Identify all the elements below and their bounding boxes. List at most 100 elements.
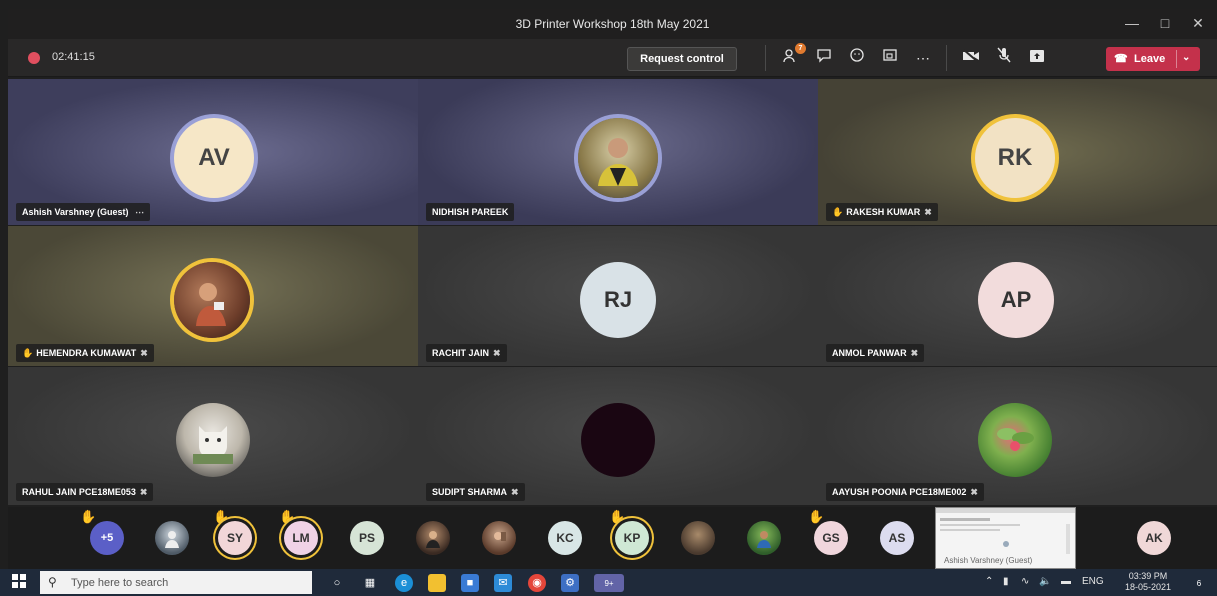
battery-icon[interactable]: ▮ — [1003, 576, 1009, 587]
taskbar-search-input[interactable]: ⚲ Type here to search — [40, 571, 312, 594]
store-icon[interactable]: ■ — [461, 574, 479, 592]
language-indicator[interactable]: ENG — [1082, 576, 1104, 587]
participant-avatar[interactable] — [416, 521, 450, 555]
mic-off-icon: ✖ — [511, 487, 519, 497]
participant-name: NIDHISH PAREEK — [432, 207, 509, 217]
participant-name-tag: AAYUSH POONIA PCE18ME002 ✖ — [826, 483, 984, 501]
raised-hand-icon: ✋ — [80, 509, 97, 524]
chrome-icon[interactable]: ◉ — [528, 574, 546, 592]
close-icon[interactable]: ✕ — [1184, 15, 1212, 32]
participant-name-tag: RACHIT JAIN ✖ — [426, 344, 507, 362]
participant-avatar[interactable]: LM — [284, 521, 318, 555]
participant-name-tag: ANMOL PANWAR ✖ — [826, 344, 925, 362]
participant-name: SUDIPT SHARMA — [432, 487, 508, 497]
participant-name: Ashish Varshney (Guest) — [22, 207, 129, 217]
participants-badge: 7 — [795, 43, 806, 54]
clock-time: 03:39 PM — [1128, 571, 1168, 581]
video-tile[interactable]: RJ RACHIT JAIN ✖ — [418, 226, 818, 366]
mic-off-icon: ✖ — [140, 348, 148, 358]
video-tile[interactable]: AAYUSH POONIA PCE18ME002 ✖ — [818, 367, 1217, 505]
video-tile[interactable]: SUDIPT SHARMA ✖ — [418, 367, 818, 505]
participant-avatar[interactable]: AS — [880, 521, 914, 555]
share-caption: Ashish Varshney (Guest) — [944, 556, 1033, 565]
participant-name: RACHIT JAIN — [432, 348, 490, 358]
participant-avatar[interactable]: AK — [1137, 521, 1171, 555]
participant-name: HEMENDRA KUMAWAT — [36, 348, 137, 358]
request-control-button[interactable]: Request control — [627, 47, 737, 71]
leave-button-label: Leave — [1134, 53, 1166, 65]
participant-name: ANMOL PANWAR — [832, 348, 907, 358]
reactions-icon[interactable] — [846, 47, 868, 69]
app-icon[interactable]: ⚙ — [561, 574, 579, 592]
participant-avatar[interactable] — [747, 521, 781, 555]
raised-hand-icon: ✋ — [832, 207, 844, 217]
more-options-icon[interactable]: ⋯ — [135, 207, 144, 217]
teams-icon[interactable]: 9+ — [594, 574, 624, 592]
avatar: RK — [975, 118, 1055, 198]
participant-avatar[interactable]: SY — [218, 521, 252, 555]
participant-name-tag: ✋ RAKESH KUMAR ✖ — [826, 203, 938, 221]
participant-avatar[interactable] — [155, 521, 189, 555]
video-tile[interactable]: ✋ HEMENDRA KUMAWAT ✖ — [8, 226, 418, 366]
avatar: RJ — [580, 262, 656, 338]
edge-icon[interactable]: e — [395, 574, 413, 592]
wifi-icon[interactable]: ∿ — [1021, 576, 1029, 587]
avatar — [174, 262, 250, 338]
participant-name: RAKESH KUMAR — [846, 207, 921, 217]
system-clock[interactable]: 03:39 PM 18-05-2021 — [1125, 571, 1171, 593]
video-tile[interactable]: RAHUL JAIN PCE18ME053 ✖ — [8, 367, 418, 505]
participant-avatar[interactable]: KC — [548, 521, 582, 555]
shared-window-titlebar — [936, 508, 1075, 513]
avatar — [176, 403, 250, 477]
participant-name-tag: Ashish Varshney (Guest) ⋯ — [16, 203, 151, 221]
mic-off-icon: ✖ — [970, 487, 978, 497]
toolbar-divider — [946, 45, 947, 71]
notification-center-icon[interactable]: 6 — [1189, 574, 1209, 592]
breakout-rooms-icon[interactable] — [879, 47, 901, 69]
toolbar-divider — [765, 45, 766, 71]
chevron-up-icon[interactable]: ⌃ — [985, 576, 993, 587]
participant-name: AAYUSH POONIA PCE18ME002 — [832, 487, 967, 497]
maximize-icon[interactable]: □ — [1151, 15, 1179, 31]
participants-icon[interactable]: 7 — [780, 43, 806, 69]
mic-off-icon: ✖ — [493, 348, 501, 358]
meeting-toolbar: 02:41:15 Request control 7 ⋯ ☎ Leave ⌄ — [8, 39, 1217, 77]
recording-indicator-icon — [28, 52, 40, 64]
participant-avatar[interactable] — [482, 521, 516, 555]
overflow-participants-button[interactable]: +5 — [90, 521, 124, 555]
screen-share-thumbnail[interactable]: Ashish Varshney (Guest) — [935, 507, 1076, 569]
camera-off-icon[interactable] — [960, 47, 982, 69]
raised-hand-icon: ✋ — [22, 348, 34, 358]
participant-name: RAHUL JAIN PCE18ME053 — [22, 487, 136, 497]
mic-off-icon: ✖ — [139, 487, 148, 497]
video-tile[interactable]: AP ANMOL PANWAR ✖ — [818, 226, 1217, 366]
search-icon: ⚲ — [48, 575, 57, 589]
avatar: AP — [978, 262, 1054, 338]
volume-icon[interactable]: 🔈 — [1039, 576, 1051, 587]
teams-badge: 9+ — [604, 579, 614, 588]
windows-taskbar: ⚲ Type here to search ○ ▦ e ■ ✉ ◉ ⚙ 9+ ⌃… — [0, 569, 1217, 596]
mic-off-icon[interactable] — [993, 47, 1015, 69]
video-tile[interactable]: AV Ashish Varshney (Guest) ⋯ — [8, 79, 418, 225]
video-tile[interactable]: NIDHISH PAREEK — [418, 79, 818, 225]
hang-up-icon: ☎ — [1114, 53, 1128, 65]
windows-start-icon[interactable] — [10, 574, 28, 592]
chat-icon[interactable] — [813, 47, 835, 69]
leave-button[interactable]: ☎ Leave ⌄ — [1106, 47, 1200, 71]
participant-avatar[interactable]: PS — [350, 521, 384, 555]
mail-icon[interactable]: ✉ — [494, 574, 512, 592]
chevron-down-icon[interactable]: ⌄ — [1182, 52, 1190, 63]
minimize-icon[interactable]: — — [1118, 15, 1146, 31]
participant-avatar[interactable] — [681, 521, 715, 555]
participant-avatar[interactable]: GS — [814, 521, 848, 555]
file-explorer-icon[interactable] — [428, 574, 446, 592]
keyboard-icon[interactable]: ▬ — [1061, 576, 1071, 587]
share-screen-icon[interactable] — [1026, 47, 1048, 69]
participant-name-tag: ✋ HEMENDRA KUMAWAT ✖ — [16, 344, 154, 362]
notification-count: 6 — [1196, 579, 1202, 588]
cortana-icon[interactable]: ○ — [328, 574, 346, 592]
participant-avatar[interactable]: KP — [615, 521, 649, 555]
task-view-icon[interactable]: ▦ — [361, 574, 379, 592]
video-tile[interactable]: RK ✋ RAKESH KUMAR ✖ — [818, 79, 1217, 225]
more-actions-icon[interactable]: ⋯ — [912, 47, 934, 69]
